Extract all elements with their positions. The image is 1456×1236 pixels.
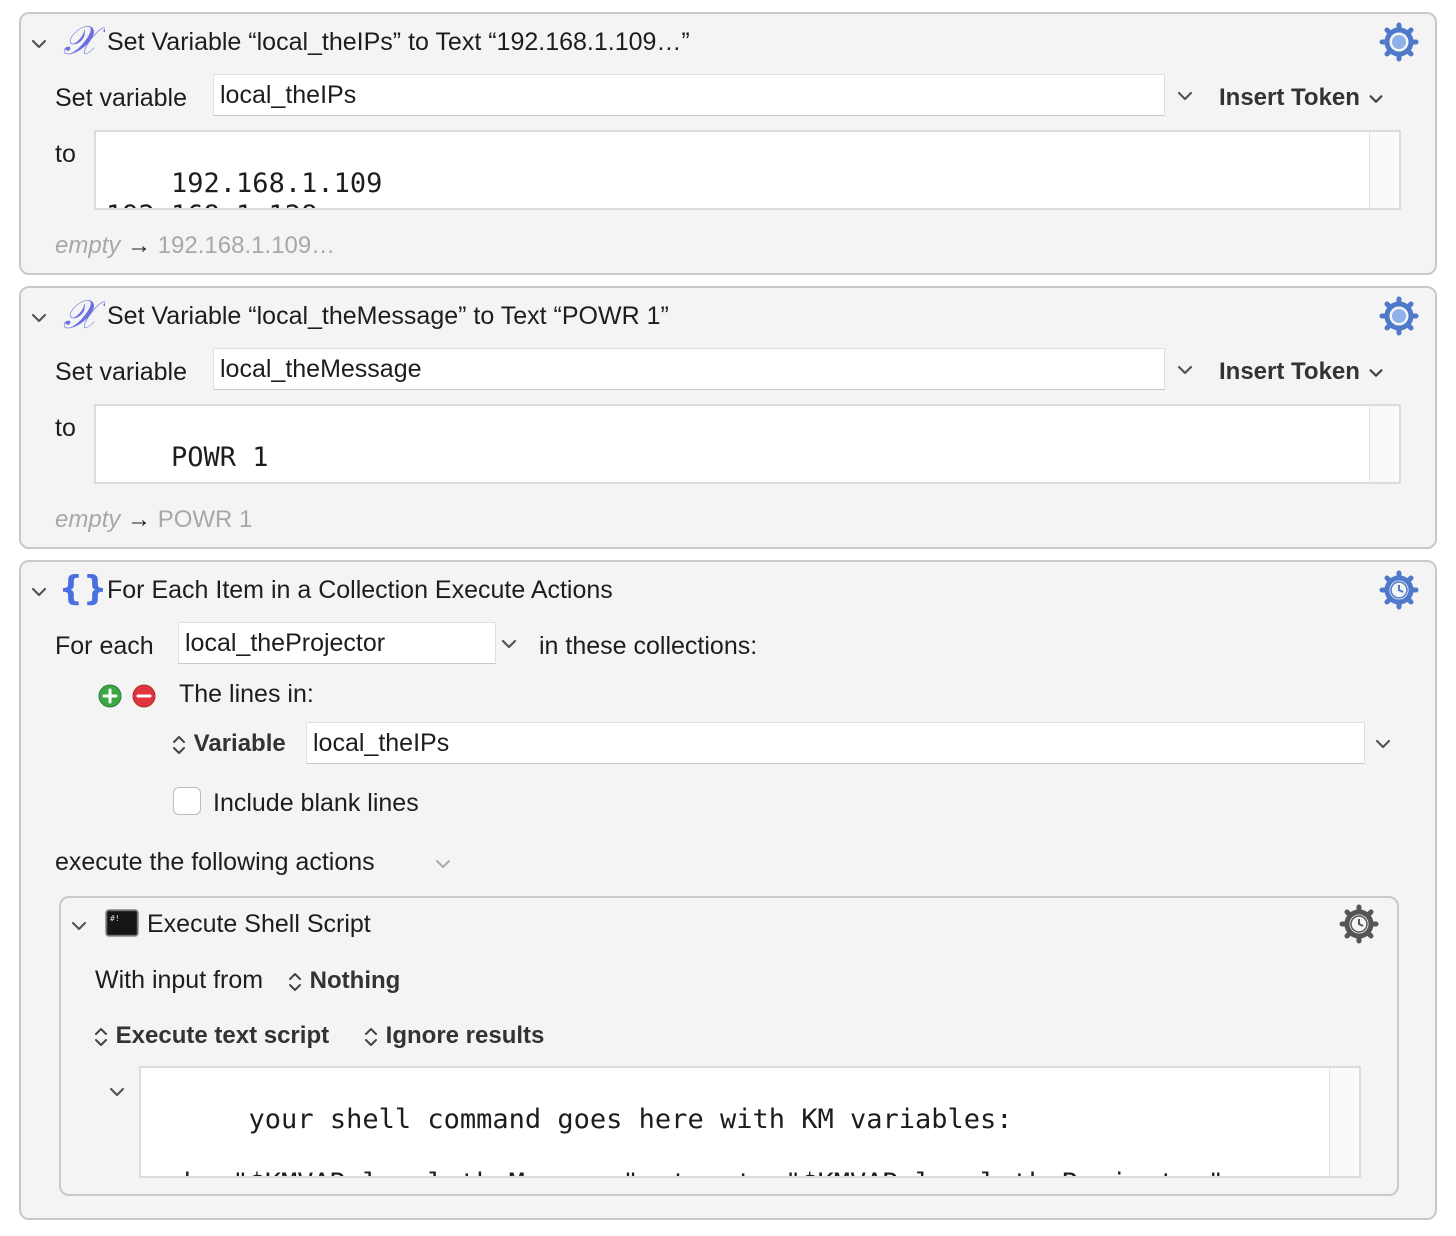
result-preview: empty → 192.168.1.109… [55, 232, 335, 260]
include-blank-lines-label: Include blank lines [213, 789, 419, 817]
variable-x-icon: 𝒳 [61, 18, 109, 64]
script-text: your shell command goes here with KM var… [151, 1104, 1224, 1176]
variable-type-label: Variable [193, 730, 286, 757]
collapse-chevron-icon[interactable] [69, 916, 89, 936]
svg-text:𝒳: 𝒳 [63, 20, 105, 60]
svg-text:{}: {} [63, 569, 103, 608]
text-value: POWR 1 [171, 442, 269, 473]
terminal-icon: #! [105, 908, 139, 938]
arrow-right-icon: → [127, 506, 152, 533]
action-title: For Each Item in a Collection Execute Ac… [107, 576, 613, 604]
preview-empty: empty [55, 232, 121, 259]
chevron-down-icon [1369, 368, 1383, 377]
with-input-label: With input from [95, 966, 264, 994]
script-text-area[interactable]: your shell command goes here with KM var… [139, 1066, 1361, 1178]
execute-mode-value: Execute text script [115, 1022, 330, 1049]
variable-name-field[interactable]: local_theMessage [213, 348, 1165, 390]
arrow-right-icon: → [127, 232, 152, 259]
for-each-dropdown-chevron-icon[interactable] [499, 634, 519, 654]
preview-empty: empty [55, 506, 121, 533]
gear-icon[interactable] [1379, 296, 1419, 336]
action-title: Set Variable “local_theIPs” to Text “192… [107, 28, 690, 56]
braces-icon: {} [59, 568, 107, 609]
set-variable-label: Set variable [55, 84, 188, 112]
execute-following-chevron-icon[interactable] [433, 854, 453, 874]
chevron-down-icon [1369, 94, 1383, 103]
execute-following-label: execute the following actions [55, 848, 375, 876]
variable-dropdown-chevron-icon[interactable] [1175, 86, 1195, 106]
svg-text:#!: #! [110, 914, 120, 923]
up-down-chevron-icon [289, 972, 301, 991]
text-value-area[interactable]: 192.168.1.109 192.168.1.128 [94, 130, 1401, 210]
input-source-selector[interactable]: Nothing [287, 967, 400, 995]
lines-in-label: The lines in: [179, 680, 314, 708]
timer-gear-icon[interactable] [1379, 570, 1419, 610]
collapse-chevron-icon[interactable] [29, 34, 49, 54]
preview-value: 192.168.1.109… [157, 232, 336, 259]
up-down-chevron-icon [173, 735, 185, 754]
action-title: Execute Shell Script [147, 910, 371, 938]
to-label: to [55, 414, 76, 442]
action-title: Set Variable “local_theMessage” to Text … [107, 302, 669, 330]
result-preview: empty → POWR 1 [55, 506, 252, 534]
action-execute-shell-script: #! Execute Shell Script With input from … [59, 896, 1399, 1196]
insert-token-button[interactable]: Insert Token [1219, 84, 1385, 112]
action-set-variable-ips: 𝒳 Set Variable “local_theIPs” to Text “1… [19, 12, 1437, 275]
variable-name-field[interactable]: local_theIPs [213, 74, 1165, 116]
scrollbar[interactable] [1329, 1068, 1359, 1176]
preview-value: POWR 1 [157, 506, 253, 533]
to-label: to [55, 140, 76, 168]
up-down-chevron-icon [95, 1027, 107, 1046]
action-set-variable-message: 𝒳 Set Variable “local_theMessage” to Tex… [19, 286, 1437, 549]
input-source-value: Nothing [309, 967, 401, 994]
script-options-chevron-icon[interactable] [107, 1082, 127, 1102]
set-variable-label: Set variable [55, 358, 188, 386]
action-for-each: {} For Each Item in a Collection Execute… [19, 560, 1437, 1220]
variable-x-icon: 𝒳 [61, 292, 109, 338]
up-down-chevron-icon [365, 1027, 377, 1046]
text-value: 192.168.1.109 192.168.1.128 [106, 168, 383, 208]
for-each-label: For each [55, 632, 154, 660]
svg-text:𝒳: 𝒳 [63, 294, 105, 334]
collapse-chevron-icon[interactable] [29, 308, 49, 328]
collection-dropdown-chevron-icon[interactable] [1373, 734, 1393, 754]
include-blank-lines-checkbox[interactable] [173, 787, 201, 815]
gear-icon[interactable] [1379, 22, 1419, 62]
scrollbar[interactable] [1369, 406, 1399, 482]
timer-gear-icon[interactable] [1339, 904, 1379, 944]
collapse-chevron-icon[interactable] [29, 582, 49, 602]
results-mode-value: Ignore results [385, 1022, 545, 1049]
execute-mode-selector[interactable]: Execute text script [93, 1022, 329, 1050]
variable-dropdown-chevron-icon[interactable] [1175, 360, 1195, 380]
remove-collection-icon[interactable] [132, 684, 156, 708]
add-collection-icon[interactable] [98, 684, 122, 708]
variable-type-selector[interactable]: Variable [171, 730, 286, 758]
results-mode-selector[interactable]: Ignore results [363, 1022, 544, 1050]
insert-token-label: Insert Token [1219, 84, 1360, 111]
in-collections-label: in these collections: [539, 632, 758, 660]
text-value-area[interactable]: POWR 1 [94, 404, 1401, 484]
collection-variable-field[interactable]: local_theIPs [306, 722, 1365, 764]
insert-token-label: Insert Token [1219, 358, 1360, 385]
insert-token-button[interactable]: Insert Token [1219, 358, 1385, 386]
for-each-variable-field[interactable]: local_theProjector [178, 622, 496, 664]
scrollbar[interactable] [1369, 132, 1399, 208]
